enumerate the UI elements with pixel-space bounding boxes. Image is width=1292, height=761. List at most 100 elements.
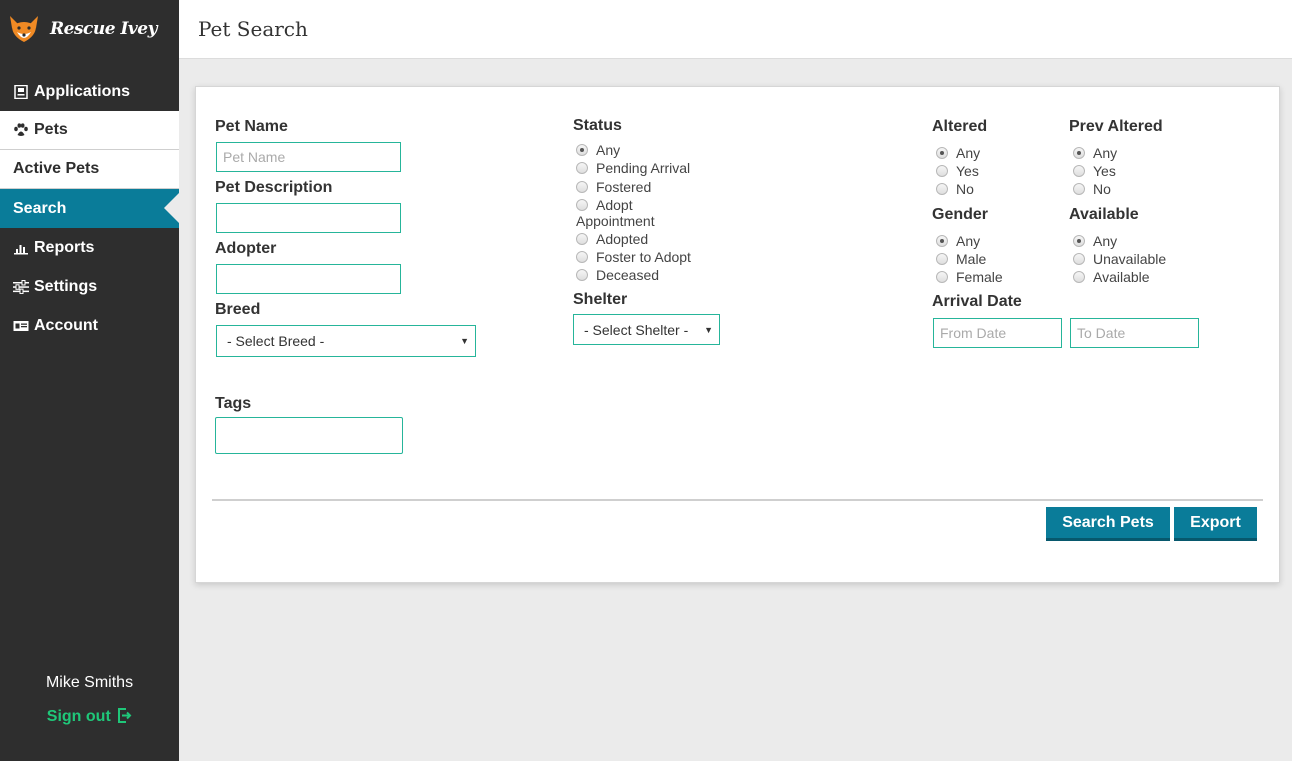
search-form-card: Pet Name Pet Name Pet Description Adopte… [195, 86, 1280, 583]
radio-dot [936, 235, 948, 247]
radio-dot [576, 199, 588, 211]
sliders-icon [13, 279, 29, 294]
gender-radio-female[interactable]: Female [936, 269, 1003, 285]
radio-dot [1073, 235, 1085, 247]
radio-dot [576, 162, 588, 174]
altered-radio-yes[interactable]: Yes [936, 163, 979, 179]
pet-name-input[interactable]: Pet Name [216, 142, 401, 172]
tags-input[interactable] [215, 417, 403, 454]
radio-dot [576, 251, 588, 263]
adopter-input[interactable] [216, 264, 401, 294]
status-radio-foster-to-adopt[interactable]: Foster to Adopt [576, 249, 691, 265]
available-label: Available [1069, 206, 1139, 223]
radio-dot [576, 144, 588, 156]
altered-radio-no[interactable]: No [936, 181, 974, 197]
status-option-wrap-text: Appointment [576, 213, 655, 229]
adopter-label: Adopter [215, 240, 277, 257]
gender-radio-any[interactable]: Any [936, 233, 980, 249]
page-title: Pet Search [198, 17, 308, 41]
radio-dot [936, 165, 948, 177]
radio-dot [576, 233, 588, 245]
radio-dot [576, 269, 588, 281]
radio-label: Unavailable [1093, 251, 1167, 267]
brand[interactable]: Rescue Ivey [0, 0, 179, 57]
prev-altered-label: Prev Altered [1069, 118, 1163, 135]
radio-dot [1073, 147, 1085, 159]
sidebar-item-label: Account [34, 316, 98, 334]
sign-out-icon [118, 708, 132, 723]
search-pets-button[interactable]: Search Pets [1046, 507, 1170, 541]
sidebar-item-label: Pets [34, 121, 68, 138]
available-radio-unavailable[interactable]: Unavailable [1073, 251, 1166, 267]
pet-description-input[interactable] [216, 203, 401, 233]
prev-altered-radio-yes[interactable]: Yes [1073, 163, 1116, 179]
radio-label: Fostered [596, 179, 652, 195]
altered-radio-any[interactable]: Any [936, 145, 980, 161]
sidebar-item-search[interactable]: Search [0, 189, 179, 228]
radio-dot [1073, 165, 1085, 177]
breed-label: Breed [215, 301, 261, 318]
to-date-input[interactable]: To Date [1070, 318, 1199, 348]
radio-label: Any [596, 142, 621, 158]
user-name: Mike Smiths [45, 674, 134, 691]
status-radio-adopted[interactable]: Adopted [576, 231, 648, 247]
sidebar-item-settings[interactable]: Settings [0, 267, 179, 306]
radio-label: Available [1093, 269, 1150, 285]
status-radio-adopt-appointment[interactable]: Adopt [576, 197, 633, 213]
radio-label: Any [1093, 145, 1118, 161]
radio-label: Foster to Adopt [596, 249, 691, 265]
sidebar-item-account[interactable]: Account [0, 306, 179, 345]
shelter-label: Shelter [573, 291, 628, 308]
radio-dot [1073, 253, 1085, 265]
prev-altered-radio-any[interactable]: Any [1073, 145, 1117, 161]
pet-name-label: Pet Name [215, 118, 288, 135]
radio-label: Female [956, 269, 1003, 285]
status-radio-any[interactable]: Any [576, 142, 620, 158]
sidebar-item-reports[interactable]: Reports [0, 228, 179, 267]
paw-icon [14, 123, 28, 136]
from-date-input[interactable]: From Date [933, 318, 1062, 348]
status-radio-deceased[interactable]: Deceased [576, 267, 659, 283]
available-radio-any[interactable]: Any [1073, 233, 1117, 249]
radio-label: No [956, 181, 974, 197]
shelter-select[interactable]: - Select Shelter - ▼ [573, 314, 720, 345]
sidebar-item-applications[interactable]: Applications [0, 72, 179, 111]
radio-label: Yes [956, 163, 979, 179]
gender-radio-male[interactable]: Male [936, 251, 986, 267]
sidebar: Rescue Ivey Applications Pets Active Pet… [0, 0, 179, 761]
document-icon [14, 84, 28, 99]
sidebar-item-label: Reports [34, 238, 95, 256]
fox-logo-icon [10, 15, 38, 42]
available-radio-available[interactable]: Available [1073, 269, 1150, 285]
radio-dot [936, 271, 948, 283]
status-radio-fostered[interactable]: Fostered [576, 179, 651, 195]
radio-label: Adopted [596, 231, 649, 247]
sidebar-item-pets[interactable]: Pets [0, 111, 179, 150]
sign-out-link[interactable]: Sign out [0, 708, 179, 726]
radio-label: No [1093, 181, 1111, 197]
status-label: Status [573, 117, 622, 134]
sign-out-label: Sign out [46, 708, 111, 725]
radio-label: Yes [1093, 163, 1116, 179]
sidebar-item-label: Settings [34, 277, 98, 295]
prev-altered-radio-no[interactable]: No [1073, 181, 1111, 197]
radio-label: Male [956, 251, 987, 267]
breed-select-value: - Select Breed - [227, 333, 325, 349]
radio-dot [936, 253, 948, 265]
radio-dot [936, 147, 948, 159]
brand-name: Rescue Ivey [50, 18, 157, 39]
pet-description-label: Pet Description [215, 179, 333, 196]
bar-chart-icon [14, 244, 28, 254]
sidebar-item-active-pets[interactable]: Active Pets [0, 150, 179, 189]
breed-select[interactable]: - Select Breed - ▼ [216, 325, 476, 357]
altered-label: Altered [932, 118, 988, 135]
radio-label: Any [956, 233, 981, 249]
radio-label: Adopt [596, 197, 633, 213]
radio-dot [1073, 183, 1085, 195]
status-radio-pending-arrival[interactable]: Pending Arrival [576, 160, 690, 176]
divider [212, 499, 1263, 501]
radio-dot [576, 181, 588, 193]
radio-label: Any [956, 145, 981, 161]
radio-dot [936, 183, 948, 195]
export-button[interactable]: Export [1174, 507, 1257, 541]
